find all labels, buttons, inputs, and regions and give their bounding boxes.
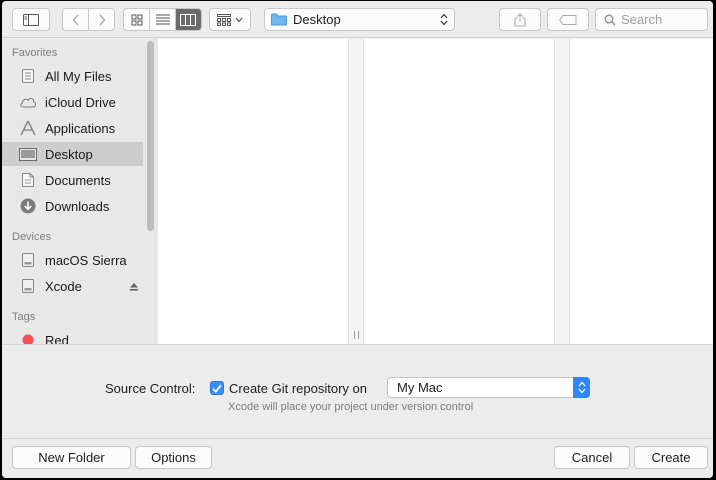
sidebar-item-applications[interactable]: Applications (2, 116, 143, 140)
arrange-button[interactable] (209, 8, 251, 31)
create-button[interactable]: Create (634, 446, 708, 469)
checkmark-icon (212, 384, 222, 393)
search-field[interactable]: Search (595, 8, 708, 31)
sidebar-item-label: All My Files (45, 68, 112, 84)
sidebar-scrollbar[interactable] (147, 41, 154, 231)
devices-heading: Devices (12, 231, 52, 243)
new-folder-button[interactable]: New Folder (12, 446, 131, 469)
eject-icon[interactable] (129, 279, 139, 294)
sidebar-item-all-my-files[interactable]: All My Files (2, 64, 143, 88)
sidebar-item-tag-red[interactable]: Red (2, 328, 143, 344)
all-files-icon (18, 67, 38, 85)
share-button[interactable] (499, 8, 541, 31)
column-resize-band[interactable] (555, 39, 569, 344)
sidebar-item-label: Xcode (45, 278, 82, 294)
grid-icon (131, 14, 143, 25)
column-resize-band[interactable] (349, 39, 363, 344)
location-label: Desktop (293, 12, 341, 27)
up-down-arrows-icon (573, 377, 590, 398)
applications-icon (18, 119, 38, 137)
create-git-repo-label[interactable]: Create Git repository on (229, 381, 367, 396)
chevron-left-icon (72, 14, 79, 25)
list-view-button[interactable] (149, 9, 174, 30)
cloud-icon (18, 93, 38, 111)
search-icon (604, 14, 616, 25)
column-view-button[interactable] (174, 9, 201, 30)
save-dialog: Desktop Search Favorites All My Files iC… (2, 1, 713, 478)
icon-view-button[interactable] (124, 9, 149, 30)
view-mode-control (123, 8, 202, 31)
disk-icon (18, 277, 38, 295)
sidebar-item-xcode[interactable]: Xcode (2, 274, 143, 298)
column-browser (158, 39, 713, 344)
source-control-options: Source Control: Create Git repository on… (2, 344, 713, 438)
desktop-icon (18, 145, 38, 163)
toolbar: Desktop Search (2, 1, 713, 38)
arrange-grid-icon (217, 13, 231, 26)
sidebar-item-macos-sierra[interactable]: macOS Sierra (2, 248, 143, 272)
sidebar-item-label: Red (45, 332, 69, 345)
options-button[interactable]: Options (135, 446, 212, 469)
sidebar-item-label: Documents (45, 172, 111, 188)
source-control-label: Source Control: (105, 381, 196, 396)
sidebar-item-downloads[interactable]: Downloads (2, 194, 143, 218)
up-down-arrows-icon (440, 13, 448, 26)
sidebar-item-label: iCloud Drive (45, 94, 116, 110)
repository-location-value: My Mac (397, 380, 443, 395)
red-tag-dot-icon (18, 331, 38, 344)
column-resize-grip-icon[interactable] (354, 331, 359, 339)
tag-icon (559, 14, 577, 25)
sidebar-item-documents[interactable]: Documents (2, 168, 143, 192)
sidebar-item-label: Applications (45, 120, 116, 136)
document-icon (18, 171, 38, 189)
search-placeholder: Search (621, 12, 663, 27)
columns-icon (180, 13, 197, 26)
favorites-heading: Favorites (12, 47, 58, 59)
column-divider (569, 39, 570, 344)
forward-button[interactable] (88, 9, 114, 30)
tag-button[interactable] (547, 8, 589, 31)
version-control-hint: Xcode will place your project under vers… (228, 401, 474, 413)
sidebar: Favorites All My Files iCloud Drive Appl… (2, 39, 158, 344)
cancel-button[interactable]: Cancel (554, 446, 630, 469)
back-button[interactable] (63, 9, 88, 30)
sidebar-item-icloud-drive[interactable]: iCloud Drive (2, 90, 143, 114)
sidebar-icon (23, 13, 39, 26)
sidebar-item-label: Desktop (45, 146, 93, 162)
back-forward-control (62, 8, 115, 31)
folder-icon (271, 13, 287, 26)
repository-location-popup[interactable]: My Mac (387, 377, 590, 398)
share-icon (514, 12, 526, 26)
tags-heading: Tags (12, 311, 36, 323)
bottom-bar: New Folder Options Cancel Create (2, 438, 713, 478)
column-divider (363, 39, 364, 344)
list-icon (155, 14, 170, 25)
chevron-right-icon (99, 14, 106, 25)
chevron-down-icon (235, 17, 243, 22)
sidebar-item-label: macOS Sierra (45, 252, 127, 268)
sidebar-item-desktop[interactable]: Desktop (2, 142, 143, 166)
create-git-repo-checkbox[interactable] (210, 381, 224, 395)
sidebar-item-label: Downloads (45, 198, 110, 214)
download-icon (18, 197, 38, 215)
location-popup[interactable]: Desktop (264, 8, 455, 31)
disk-icon (18, 251, 38, 269)
sidebar-toggle-button[interactable] (12, 8, 50, 31)
